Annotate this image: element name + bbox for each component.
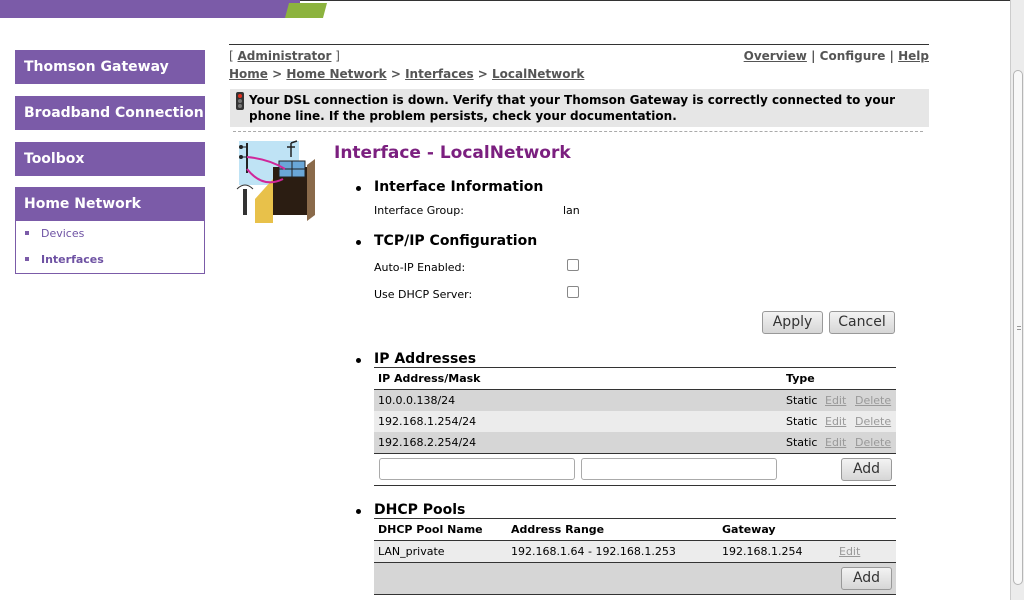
col-dhcp-pool-name: DHCP Pool Name — [378, 523, 483, 536]
col-address-range: Address Range — [511, 523, 605, 536]
scrollbar-thumb[interactable] — [1013, 70, 1023, 585]
configure-current: Configure — [819, 49, 886, 63]
header-rule — [229, 44, 929, 45]
breadcrumb-sep: > — [477, 67, 488, 81]
top-links: Overview | Configure | Help — [744, 49, 929, 63]
bullet-square-icon — [25, 257, 29, 261]
dhcp-server-label: Use DHCP Server: — [374, 288, 473, 301]
autoip-checkbox[interactable] — [567, 259, 579, 271]
address-range-cell: 192.168.1.64 - 192.168.1.253 — [511, 545, 676, 558]
separator: | — [811, 49, 816, 63]
vertical-scrollbar[interactable] — [1010, 0, 1024, 600]
help-link[interactable]: Help — [898, 49, 929, 63]
sidebar-item-label: Thomson Gateway — [24, 59, 169, 75]
alert-text-line-2: phone line. If the problem persists, che… — [249, 109, 677, 123]
sidebar-item-broadband-connection[interactable]: Broadband Connection — [15, 96, 205, 130]
section-heading-interface-info: Interface Information — [374, 179, 544, 195]
ip-address-input[interactable] — [379, 458, 575, 480]
breadcrumb-interfaces[interactable]: Interfaces — [405, 67, 474, 81]
dashed-divider — [233, 131, 923, 132]
bracket-close: ] — [335, 49, 340, 63]
overview-link[interactable]: Overview — [744, 49, 807, 63]
top-banner — [0, 0, 1010, 18]
sidebar-item-thomson-gateway[interactable]: Thomson Gateway — [15, 50, 205, 84]
delete-link[interactable]: Delete — [855, 415, 891, 428]
table-rule — [374, 485, 896, 486]
breadcrumb-home[interactable]: Home — [229, 67, 268, 81]
cancel-button[interactable]: Cancel — [829, 311, 895, 334]
sidebar-item-label: Toolbox — [24, 151, 85, 167]
col-gateway: Gateway — [722, 523, 776, 536]
administrator-link[interactable]: Administrator — [238, 49, 332, 63]
dhcp-server-checkbox[interactable] — [567, 286, 579, 298]
interface-group-value: lan — [563, 204, 580, 217]
bullet-icon — [356, 240, 361, 245]
bullet-icon — [356, 509, 361, 514]
sidebar-item-label: Broadband Connection — [24, 105, 204, 121]
bullet-square-icon — [25, 231, 29, 235]
interface-group-label: Interface Group: — [374, 204, 464, 217]
delete-link[interactable]: Delete — [855, 394, 891, 407]
bullet-icon — [356, 358, 361, 363]
table-header-row: DHCP Pool Name Address Range Gateway — [374, 519, 896, 540]
table-row: 192.168.1.254/24 Static Edit Delete — [374, 411, 896, 432]
home-network-submenu: Devices Interfaces — [15, 219, 205, 274]
table-add-row — [374, 563, 896, 594]
type-cell: Static — [786, 394, 818, 407]
subitem-label: Interfaces — [41, 253, 104, 266]
autoip-label: Auto-IP Enabled: — [374, 261, 466, 274]
section-heading-ip-addresses: IP Addresses — [374, 351, 477, 367]
table-row: LAN_private 192.168.1.64 - 192.168.1.253… — [374, 541, 896, 562]
user-indicator: [ Administrator ] — [229, 49, 340, 63]
delete-link[interactable]: Delete — [855, 436, 891, 449]
add-dhcp-pool-button[interactable]: Add — [841, 567, 892, 590]
table-row: 10.0.0.138/24 Static Edit Delete — [374, 390, 896, 411]
breadcrumb-home-network[interactable]: Home Network — [286, 67, 386, 81]
separator: | — [889, 49, 894, 63]
ip-address-cell: 10.0.0.138/24 — [378, 394, 456, 407]
table-row: 192.168.2.254/24 Static Edit Delete — [374, 432, 896, 453]
ip-address-cell: 192.168.2.254/24 — [378, 436, 477, 449]
edit-link[interactable]: Edit — [839, 545, 860, 558]
edit-link[interactable]: Edit — [825, 394, 846, 407]
bracket-open: [ — [229, 49, 234, 63]
table-rule — [374, 453, 896, 454]
traffic-light-icon — [236, 92, 244, 110]
mask-input[interactable] — [581, 458, 777, 480]
col-ip-address-mask: IP Address/Mask — [378, 372, 481, 385]
type-cell: Static — [786, 415, 818, 428]
sidebar-item-label: Home Network — [24, 196, 141, 212]
scrollbar-grip — [1017, 326, 1021, 330]
banner-green-stripe — [284, 3, 328, 18]
network-illustration-icon — [233, 139, 317, 223]
breadcrumb-localnetwork[interactable]: LocalNetwork — [492, 67, 584, 81]
dhcp-pool-table: DHCP Pool Name Address Range Gateway LAN… — [374, 518, 896, 596]
breadcrumb-sep: > — [390, 67, 401, 81]
banner-purple-stripe — [0, 0, 300, 18]
page-title: Interface - LocalNetwork — [334, 143, 571, 163]
add-ip-button[interactable]: Add — [841, 458, 892, 481]
apply-button[interactable]: Apply — [762, 311, 823, 334]
gateway-cell: 192.168.1.254 — [722, 545, 803, 558]
table-rule — [374, 594, 896, 595]
bullet-icon — [356, 186, 361, 191]
alert-text-line-1: Your DSL connection is down. Verify that… — [249, 93, 896, 107]
col-type: Type — [786, 372, 815, 385]
pool-name-cell: LAN_private — [378, 545, 445, 558]
section-heading-dhcp-pools: DHCP Pools — [374, 502, 466, 518]
ip-address-cell: 192.168.1.254/24 — [378, 415, 477, 428]
edit-link[interactable]: Edit — [825, 415, 846, 428]
breadcrumb-sep: > — [272, 67, 283, 81]
sidebar-item-toolbox[interactable]: Toolbox — [15, 142, 205, 176]
subitem-label: Devices — [41, 227, 85, 240]
section-heading-tcpip: TCP/IP Configuration — [374, 233, 538, 249]
table-header-row: IP Address/Mask Type — [374, 368, 896, 389]
dsl-alert-banner: Your DSL connection is down. Verify that… — [230, 89, 929, 127]
type-cell: Static — [786, 436, 818, 449]
breadcrumb: Home > Home Network > Interfaces > Local… — [229, 67, 584, 81]
edit-link[interactable]: Edit — [825, 436, 846, 449]
sidebar-item-home-network[interactable]: Home Network — [15, 187, 205, 221]
